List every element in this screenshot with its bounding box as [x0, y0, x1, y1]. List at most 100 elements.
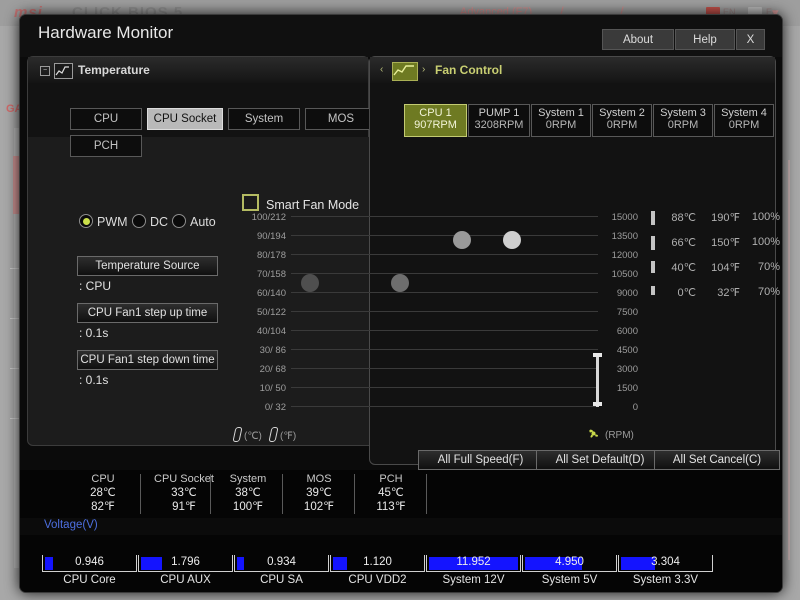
temp-source-tab-pch[interactable]: PCH — [70, 135, 142, 157]
sensor-status-bar: CPU 28℃ 82℉ CPU Socket 33℃ 91℉ System 38… — [20, 470, 782, 518]
chart-gridline — [291, 273, 598, 274]
step-up-time-button[interactable]: CPU Fan1 step up time — [77, 303, 218, 323]
fan-card-name: PUMP 1 — [478, 107, 520, 119]
fan-curve-chart[interactable] — [291, 216, 598, 410]
chart-temp-tick: 10/ 50 — [259, 383, 286, 394]
chart-rpm-tick-mark — [584, 235, 598, 236]
temperature-source-value: : CPU — [79, 279, 112, 293]
chart-rpm-tick: 3000 — [616, 364, 638, 375]
graph-icon-svg — [55, 66, 69, 76]
fan-card-rpm: 0RPM — [606, 119, 638, 131]
smart-fan-mode-checkbox[interactable]: Smart Fan Mode — [242, 194, 359, 212]
radio-dot-icon — [132, 214, 146, 228]
voltage-value: 11.952 — [456, 556, 491, 568]
help-button[interactable]: Help — [675, 29, 735, 50]
chart-rpm-tick: 0 — [632, 402, 638, 413]
voltage-value: 3.304 — [651, 556, 680, 568]
voltage-section-title: Voltage(V) — [44, 519, 98, 531]
curve-node-2[interactable] — [391, 274, 409, 292]
curve-node-4[interactable] — [503, 231, 521, 249]
fan-card-name: System 2 — [599, 107, 645, 119]
bios-right-rail — [788, 160, 790, 560]
close-button[interactable]: X — [736, 29, 765, 50]
step-up-time-value: : 0.1s — [79, 326, 109, 340]
level-duty-pct: 70% — [757, 261, 780, 273]
sensor-name: System — [229, 473, 267, 485]
sensor-celsius: 39℃ — [306, 487, 332, 499]
sensor-divider — [282, 474, 283, 514]
all-set-default-button[interactable]: All Set Default(D) — [536, 450, 664, 470]
prev-page-arrow-icon[interactable]: ‹ — [380, 64, 383, 75]
voltage-value: 1.796 — [171, 556, 200, 568]
fan-control-panel-title: Fan Control — [435, 63, 503, 77]
temp-source-tab-cpu[interactable]: CPU — [70, 108, 142, 130]
chart-rpm-tick: 9000 — [616, 288, 638, 299]
level-duty-pct: 70% — [757, 286, 780, 298]
temp-source-tab-mos[interactable]: MOS — [305, 108, 377, 130]
chart-rpm-tick-mark — [584, 330, 598, 331]
temp-source-tab-cpu-socket[interactable]: CPU Socket — [147, 108, 223, 130]
chart-gridline — [291, 235, 598, 236]
fan-card-system-4[interactable]: System 4 0RPM — [714, 104, 774, 137]
window-title-bar: Hardware Monitor About Help X — [20, 15, 782, 57]
rpm-range-slider[interactable] — [596, 355, 599, 407]
temperature-panel-header: − Temperature — [28, 57, 368, 83]
all-set-cancel-button[interactable]: All Set Cancel(C) — [654, 450, 780, 470]
voltage-name: CPU SA — [260, 574, 303, 586]
mode-radio-auto[interactable]: Auto — [172, 214, 216, 229]
voltage-name: CPU VDD2 — [348, 574, 407, 586]
level-indicator-bar — [651, 286, 655, 295]
chart-rpm-tick: 1500 — [616, 383, 638, 394]
level-temp-c: 88℃ — [671, 212, 696, 224]
chart-temp-tick: 60/140 — [256, 288, 286, 299]
chart-rpm-tick: 12000 — [611, 250, 638, 261]
chart-gridline — [291, 368, 598, 369]
rpm-range-handle-top[interactable] — [593, 353, 602, 357]
chart-temp-tick: 50/122 — [256, 307, 286, 318]
curve-node-1[interactable] — [301, 274, 319, 292]
rpm-range-handle-bottom[interactable] — [593, 402, 602, 406]
voltage-name: CPU Core — [63, 574, 116, 586]
fan-card-name: System 3 — [660, 107, 706, 119]
sensor-divider — [354, 474, 355, 514]
sensor-fahrenheit: 113℉ — [376, 501, 406, 513]
fan-card-pump-1[interactable]: PUMP 1 3208RPM — [468, 104, 530, 137]
legend-fahrenheit-label: (℉) — [280, 431, 297, 442]
voltage-value: 0.934 — [267, 556, 296, 568]
voltage-name: System 5V — [541, 574, 598, 586]
voltage-value: 1.120 — [363, 556, 392, 568]
temperature-source-button[interactable]: Temperature Source — [77, 256, 218, 276]
thermometer-icon — [268, 427, 279, 442]
sensor-pch: PCH 45℃ 113℉ — [356, 473, 426, 513]
all-full-speed-button[interactable]: All Full Speed(F) — [418, 450, 543, 470]
chart-temp-tick: 100/212 — [251, 212, 286, 223]
chart-rpm-tick: 13500 — [611, 231, 638, 242]
mode-radio-dc[interactable]: DC — [132, 214, 168, 229]
curve-node-3[interactable] — [453, 231, 471, 249]
sensor-mos: MOS 39℃ 102℉ — [284, 473, 354, 513]
temperature-panel: − Temperature CPU CPU Socket System MOS … — [27, 56, 377, 157]
chart-rpm-tick-mark — [584, 349, 598, 350]
about-button[interactable]: About — [602, 29, 674, 50]
fan-card-system-3[interactable]: System 3 0RPM — [653, 104, 713, 137]
chart-temp-tick: 90/194 — [256, 231, 286, 242]
mode-radio-pwm[interactable]: PWM — [79, 214, 128, 229]
temp-source-tab-system[interactable]: System — [228, 108, 300, 130]
fan-card-name: CPU 1 — [419, 107, 452, 119]
legend-celsius: (℃) — [232, 427, 262, 442]
legend-fahrenheit: (℉) — [268, 427, 297, 442]
next-page-arrow-icon[interactable]: › — [422, 64, 425, 75]
collapse-icon[interactable]: − — [40, 66, 50, 76]
fan-card-system-2[interactable]: System 2 0RPM — [592, 104, 652, 137]
chart-rpm-tick: 10500 — [611, 269, 638, 280]
fan-card-name: System 1 — [538, 107, 584, 119]
fan-card-system-1[interactable]: System 1 0RPM — [531, 104, 591, 137]
level-duty-pct: 100% — [751, 236, 780, 248]
fan-card-cpu-1[interactable]: CPU 1 907RPM — [404, 104, 467, 137]
sensor-divider — [210, 474, 211, 514]
fan-card-name: System 4 — [721, 107, 767, 119]
voltage-name: CPU AUX — [160, 574, 211, 586]
voltage-value: 0.946 — [75, 556, 104, 568]
step-down-time-button[interactable]: CPU Fan1 step down time — [77, 350, 218, 370]
radio-dot-icon — [172, 214, 186, 228]
